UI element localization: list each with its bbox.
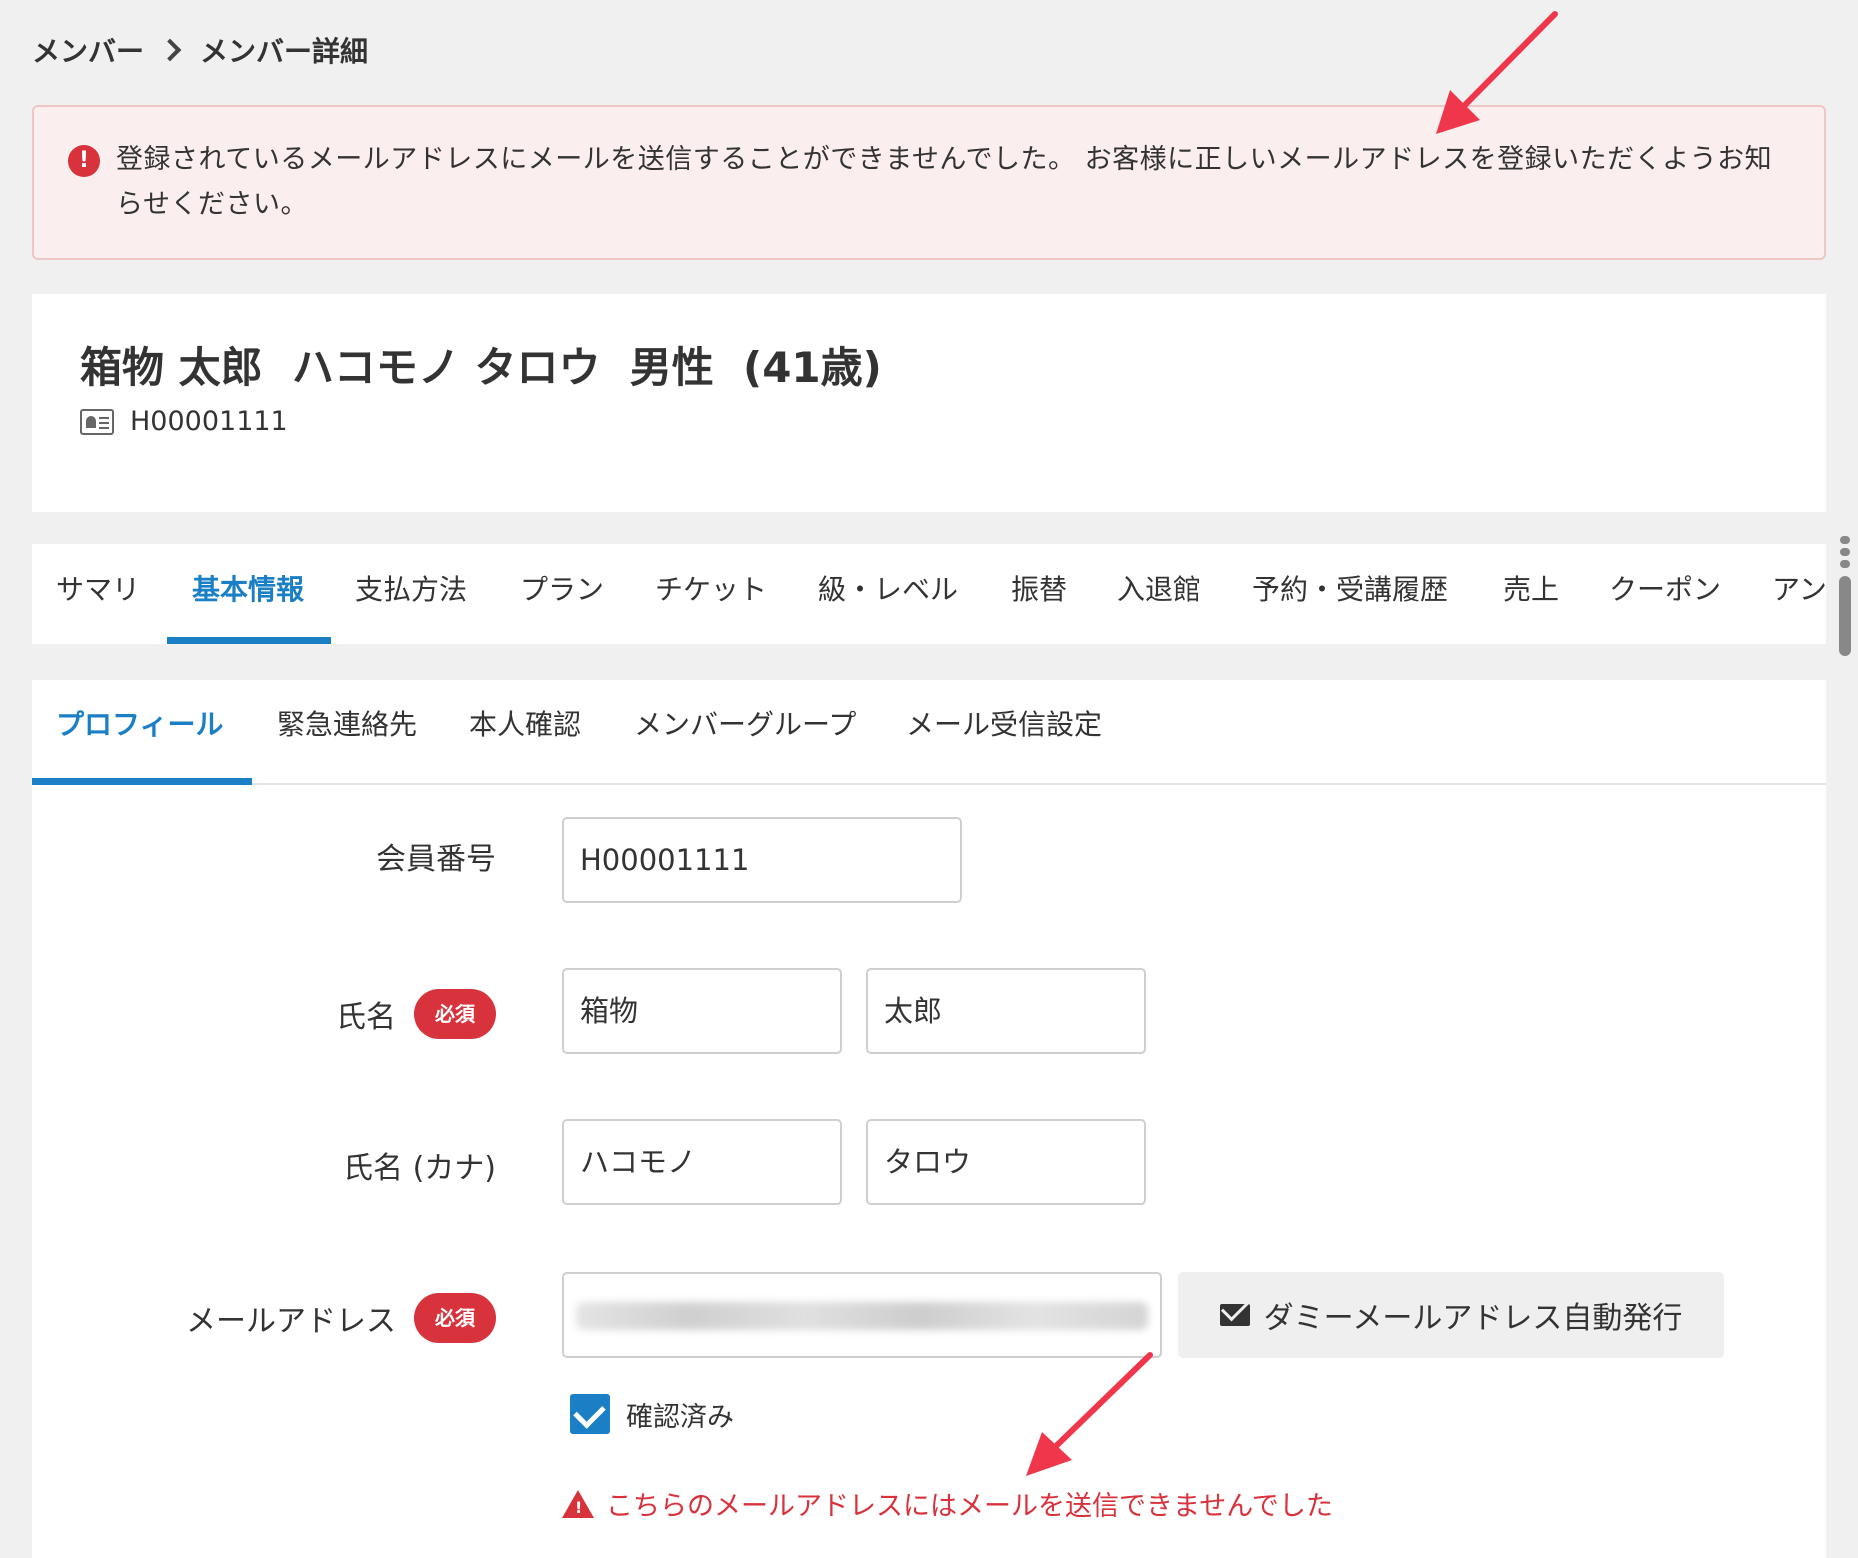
email-warning: ! こちらのメールアドレスにはメールを送信できませんでした — [562, 1484, 1333, 1523]
member-number-label-text: 会員番号 — [376, 842, 496, 877]
subtab-mail-settings[interactable]: メール受信設定 — [906, 680, 1102, 780]
breadcrumb-current: メンバー詳細 — [200, 35, 369, 68]
member-title: 箱物 太郎 ハコモノ タロウ 男性 (41歳) — [80, 334, 882, 395]
active-subtab-indicator — [32, 778, 252, 785]
email-input[interactable] — [562, 1272, 1162, 1358]
member-number-input[interactable]: H00001111 — [562, 817, 962, 903]
name-kana-label-text: 氏名 (カナ) — [343, 1151, 496, 1186]
exclamation-circle-icon: ! — [68, 145, 100, 177]
name-label-text: 氏名 — [336, 1000, 396, 1035]
active-tab-indicator — [167, 637, 331, 644]
verified-checkbox[interactable] — [570, 1394, 610, 1434]
tab-plan[interactable]: プラン — [520, 544, 604, 644]
verified-checkbox-row: 確認済み — [570, 1394, 734, 1434]
name-label: 氏名 必須 — [336, 986, 496, 1042]
verified-label: 確認済み — [626, 1401, 734, 1433]
scroll-indicator — [1840, 560, 1850, 568]
email-label: メールアドレス 必須 — [186, 1290, 496, 1346]
page-scrollbar[interactable] — [1838, 532, 1852, 712]
main-tab-bar: サマリ 基本情報 支払方法 プラン チケット 級・レベル 振替 入退館 予約・受… — [32, 544, 1826, 644]
name-kana-label: 氏名 (カナ) — [343, 1137, 496, 1193]
tab-more[interactable]: アン — [1772, 544, 1826, 644]
alert-message: 登録されているメールアドレスにメールを送信することができませんでした。 お客様に… — [116, 144, 1773, 220]
member-age: (41歳) — [743, 343, 882, 392]
subtab-profile[interactable]: プロフィール — [56, 680, 223, 780]
tab-transfer[interactable]: 振替 — [1011, 544, 1067, 644]
subtab-identity-verification[interactable]: 本人確認 — [469, 680, 581, 780]
scroll-up-indicator — [1840, 536, 1850, 544]
tab-coupon[interactable]: クーポン — [1609, 544, 1721, 644]
tab-reservation-history[interactable]: 予約・受講履歴 — [1252, 544, 1448, 644]
error-alert: ! 登録されているメールアドレスにメールを送信することができませんでした。 お客… — [32, 105, 1826, 260]
scroll-indicator — [1840, 548, 1850, 556]
member-id: H00001111 — [130, 406, 288, 437]
generate-dummy-email-button[interactable]: ダミーメールアドレス自動発行 — [1178, 1272, 1724, 1358]
subtab-member-group[interactable]: メンバーグループ — [634, 680, 856, 780]
member-id-row: H00001111 — [80, 406, 288, 437]
required-badge: 必須 — [414, 1293, 496, 1343]
subtab-emergency-contact[interactable]: 緊急連絡先 — [277, 680, 417, 780]
first-name-kana-input[interactable]: タロウ — [866, 1119, 1146, 1205]
sub-tab-bar: プロフィール 緊急連絡先 本人確認 メンバーグループ メール受信設定 — [32, 680, 1826, 785]
warning-triangle-icon: ! — [562, 1489, 594, 1518]
tab-ticket[interactable]: チケット — [655, 544, 767, 644]
last-name-kana-input[interactable]: ハコモノ — [562, 1119, 842, 1205]
tab-basic-info[interactable]: 基本情報 — [192, 544, 304, 644]
member-kana: ハコモノ タロウ — [291, 343, 601, 392]
tab-payment-method[interactable]: 支払方法 — [355, 544, 467, 644]
id-card-icon — [80, 408, 114, 435]
last-name-input[interactable]: 箱物 — [562, 968, 842, 1054]
tab-grade-level[interactable]: 級・レベル — [818, 544, 958, 644]
breadcrumb: メンバー メンバー詳細 — [32, 30, 368, 70]
tab-sales[interactable]: 売上 — [1503, 544, 1559, 644]
required-badge: 必須 — [414, 989, 496, 1039]
email-warning-text: こちらのメールアドレスにはメールを送信できませんでした — [606, 1491, 1333, 1522]
generate-dummy-email-label: ダミーメールアドレス自動発行 — [1263, 1301, 1683, 1336]
member-number-label: 会員番号 — [376, 836, 496, 877]
scroll-thumb[interactable] — [1839, 576, 1851, 656]
member-gender: 男性 — [629, 343, 714, 392]
profile-form-panel: プロフィール 緊急連絡先 本人確認 メンバーグループ メール受信設定 会員番号 … — [32, 680, 1826, 1558]
chevron-right-icon — [158, 38, 182, 62]
member-name: 箱物 太郎 — [80, 343, 263, 392]
blurred-email-value — [576, 1302, 1148, 1330]
first-name-input[interactable]: 太郎 — [866, 968, 1146, 1054]
envelope-icon — [1219, 1304, 1250, 1326]
member-header-card: 箱物 太郎 ハコモノ タロウ 男性 (41歳) H00001111 — [32, 294, 1826, 512]
email-label-text: メールアドレス — [186, 1304, 396, 1339]
breadcrumb-parent-link[interactable]: メンバー — [32, 30, 144, 70]
tab-summary[interactable]: サマリ — [56, 544, 140, 644]
tab-entry-exit[interactable]: 入退館 — [1117, 544, 1201, 644]
